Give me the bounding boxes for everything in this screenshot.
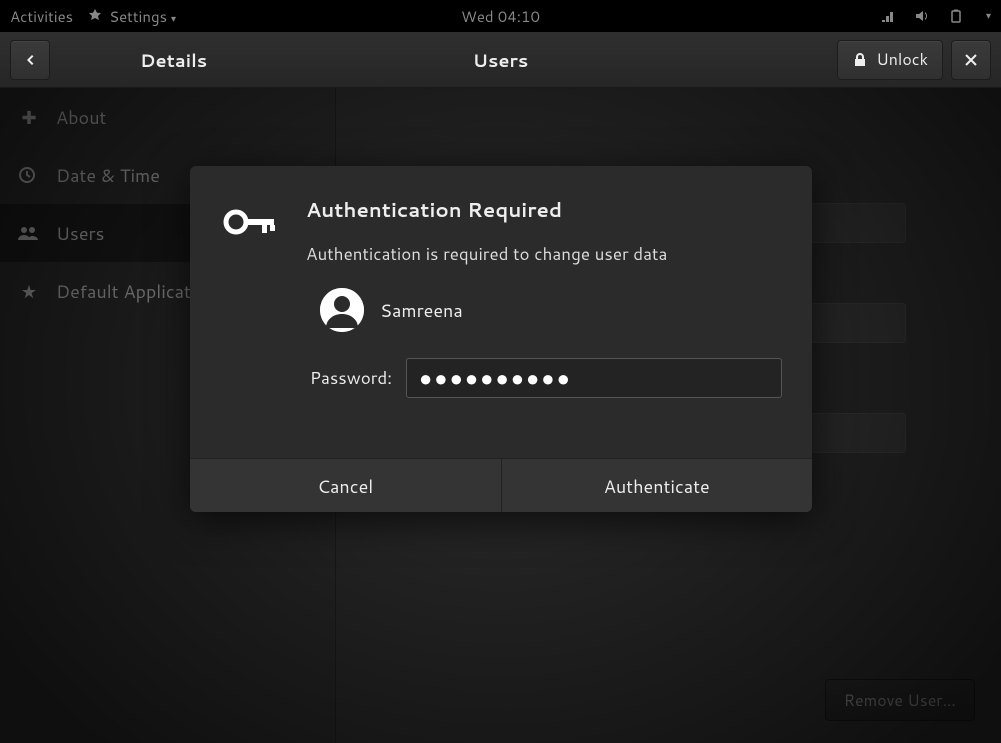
authenticate-button[interactable]: Authenticate: [501, 459, 813, 512]
volume-icon[interactable]: [914, 8, 930, 24]
clock-icon: [18, 166, 40, 184]
back-button[interactable]: [10, 40, 50, 80]
app-menu[interactable]: Settings▾: [87, 6, 176, 27]
gnome-topbar: Activities Settings▾ Wed 04:10 ▾: [0, 0, 1001, 32]
activities-button[interactable]: Activities: [10, 6, 73, 27]
remove-user-label: Remove User…: [844, 689, 956, 712]
password-label: Password:: [306, 366, 392, 390]
sidebar-item-label: Users: [56, 220, 105, 246]
clock[interactable]: Wed 04:10: [461, 6, 540, 27]
password-input[interactable]: [406, 358, 782, 398]
dialog-username: Samreena: [380, 297, 463, 323]
unlock-label: Unlock: [876, 48, 928, 71]
power-icon[interactable]: [948, 8, 964, 24]
plus-icon: ✚: [18, 104, 40, 130]
sidebar-item-label: Date & Time: [56, 162, 160, 188]
unlock-button[interactable]: Unlock: [837, 40, 943, 80]
header-bar: Details Users Unlock: [0, 32, 1001, 88]
page-title: Users: [473, 47, 528, 73]
users-icon: [18, 225, 40, 241]
sidebar-item-label: About: [56, 104, 106, 130]
dialog-title: Authentication Required: [306, 196, 782, 224]
avatar-icon: [320, 288, 364, 332]
auth-dialog: Authentication Required Authentication i…: [190, 166, 812, 512]
key-icon: [220, 196, 280, 398]
dialog-message: Authentication is required to change use…: [306, 242, 782, 266]
network-icon[interactable]: [880, 8, 896, 24]
sidebar-item-about[interactable]: ✚ About: [0, 88, 335, 146]
dialog-actions: Cancel Authenticate: [190, 458, 812, 512]
lock-icon: [852, 52, 868, 68]
section-title: Details: [140, 47, 207, 73]
close-button[interactable]: [951, 40, 991, 80]
system-menu-caret[interactable]: ▾: [986, 9, 991, 23]
remove-user-button[interactable]: Remove User…: [825, 679, 975, 721]
cancel-button[interactable]: Cancel: [190, 459, 501, 512]
star-icon: ★: [18, 278, 40, 304]
